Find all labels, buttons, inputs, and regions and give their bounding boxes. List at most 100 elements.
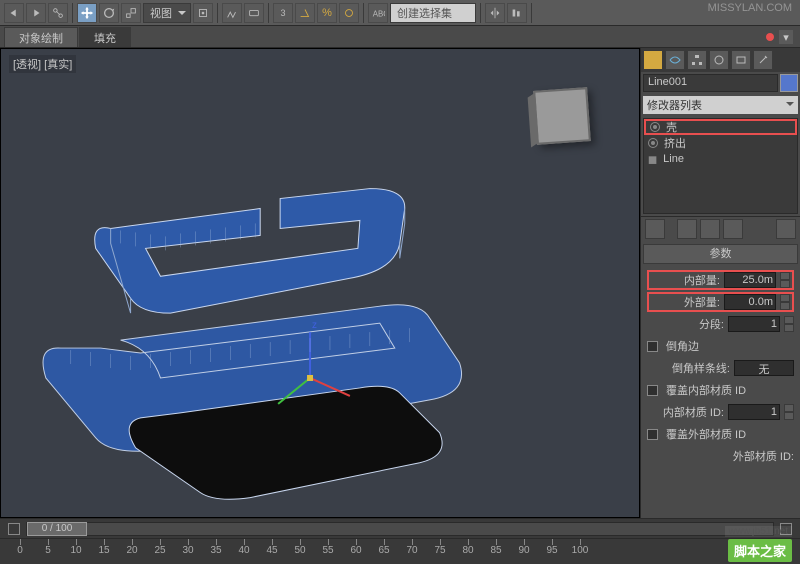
modifier-stack-tools (641, 216, 800, 240)
mirror-button[interactable] (485, 3, 505, 23)
segments-spinner[interactable]: 1 (728, 316, 780, 332)
parameters-group: 内部量: 25.0m 外部量: 0.0m 分段: 1 倒角边 倒角样条线: 无 (641, 266, 800, 472)
ruler-label: 5 (45, 545, 51, 556)
display-tab[interactable] (731, 50, 751, 70)
expand-icon[interactable]: ◼ (648, 153, 657, 166)
snap-spinner-button[interactable] (339, 3, 359, 23)
visibility-icon[interactable] (648, 138, 658, 148)
inner-mat-id-row: 内部材质 ID: 1 (647, 402, 794, 422)
inner-amount-label: 内部量: (651, 272, 720, 288)
command-panel: Line001 修改器列表 壳 挤出 ◼ Line (640, 48, 800, 518)
modifier-shell[interactable]: 壳 (644, 119, 797, 135)
spin-down[interactable] (780, 302, 790, 310)
modify-tab[interactable] (665, 50, 685, 70)
ruler-label: 20 (126, 545, 137, 556)
select-rotate-button[interactable] (99, 3, 119, 23)
configure-sets-button[interactable] (776, 219, 796, 239)
keyboard-shortcut-button[interactable] (244, 3, 264, 23)
tab-populate[interactable]: 填充 (79, 27, 131, 47)
viewcube[interactable] (533, 87, 591, 145)
named-selset-input[interactable]: 创建选择集 (390, 3, 476, 23)
outer-mat-label: 外部材质 ID: (647, 448, 794, 464)
viewport-column: [透视] [真实] (0, 48, 640, 518)
redo-button[interactable] (26, 3, 46, 23)
ruler-label: 15 (98, 545, 109, 556)
show-end-result-button[interactable] (677, 219, 697, 239)
ribbon-tabs: 对象绘制 填充 ▾ (0, 26, 800, 48)
object-name-field[interactable]: Line001 (643, 74, 778, 92)
watermark-top: MISSYLAN.COM (708, 2, 792, 14)
modifier-line[interactable]: ◼ Line (644, 151, 797, 167)
main-toolbar: 视图 3 % ABC 创建选择集 MISSYLAN.COM (0, 0, 800, 26)
spin-up[interactable] (784, 316, 794, 324)
watermark-brand: 脚本之家 (728, 539, 792, 562)
snap-percent-button[interactable]: % (317, 3, 337, 23)
object-color-swatch[interactable] (780, 74, 798, 92)
segments-row: 分段: 1 (647, 314, 794, 334)
hierarchy-tab[interactable] (687, 50, 707, 70)
timeline-left-button[interactable] (8, 523, 20, 535)
outer-amount-label: 外部量: (651, 294, 720, 310)
ruler-label: 25 (154, 545, 165, 556)
inner-amount-spinner[interactable]: 25.0m (724, 272, 776, 288)
make-unique-button[interactable] (700, 219, 720, 239)
utilities-tab[interactable] (753, 50, 773, 70)
tab-object-paint[interactable]: 对象绘制 (4, 27, 78, 47)
link-button[interactable] (48, 3, 68, 23)
spin-down[interactable] (784, 412, 794, 420)
outer-mat-id-row: 外部材质 ID: (647, 446, 794, 466)
ruler-label: 40 (238, 545, 249, 556)
modifier-extrude[interactable]: 挤出 (644, 135, 797, 151)
inner-amount-row: 内部量: 25.0m (647, 270, 794, 290)
ribbon-toggle-button[interactable]: ▾ (778, 29, 794, 45)
spin-up[interactable] (784, 404, 794, 412)
outer-amount-spinner[interactable]: 0.0m (724, 294, 776, 310)
spin-up[interactable] (780, 294, 790, 302)
ruler-label: 30 (182, 545, 193, 556)
bevel-spline-row: 倒角样条线: 无 (647, 358, 794, 378)
undo-button[interactable] (4, 3, 24, 23)
bevel-spline-picker[interactable]: 无 (734, 360, 794, 376)
override-outer-checkbox[interactable] (647, 429, 658, 440)
override-outer-row: 覆盖外部材质 ID (647, 424, 794, 444)
modifier-list-dropdown[interactable]: 修改器列表 (643, 96, 798, 114)
inner-mat-spinner[interactable]: 1 (728, 404, 780, 420)
ruler-label: 75 (434, 545, 445, 556)
ruler-label: 70 (406, 545, 417, 556)
visibility-icon[interactable] (650, 122, 660, 132)
override-inner-checkbox[interactable] (647, 385, 658, 396)
snap-angle-button[interactable] (295, 3, 315, 23)
modifier-stack[interactable]: 壳 挤出 ◼ Line (643, 118, 798, 214)
ruler-label: 80 (462, 545, 473, 556)
spin-down[interactable] (780, 280, 790, 288)
select-manipulate-button[interactable] (222, 3, 242, 23)
inner-mat-label: 内部材质 ID: (647, 404, 724, 420)
ref-coord-label: 视图 (150, 5, 172, 21)
pin-stack-button[interactable] (645, 219, 665, 239)
frame-ruler[interactable]: 0510152025303540455055606570758085909510… (0, 538, 800, 560)
spin-down[interactable] (784, 324, 794, 332)
snap-3d-button[interactable]: 3 (273, 3, 293, 23)
perspective-viewport[interactable]: [透视] [真实] (0, 48, 640, 518)
main-area: [透视] [真实] (0, 48, 800, 518)
motion-tab[interactable] (709, 50, 729, 70)
outer-amount-row: 外部量: 0.0m (647, 292, 794, 312)
named-selset-button[interactable]: ABC (368, 3, 388, 23)
time-slider-handle[interactable]: 0 / 100 (27, 522, 87, 536)
pivot-button[interactable] (193, 3, 213, 23)
time-slider[interactable]: 0 / 100 (26, 522, 774, 536)
parameters-rollout-header[interactable]: 参数 (643, 244, 798, 264)
ref-coord-dropdown[interactable]: 视图 (143, 3, 191, 23)
select-scale-button[interactable] (121, 3, 141, 23)
select-move-button[interactable] (77, 3, 97, 23)
align-button[interactable] (507, 3, 527, 23)
remove-modifier-button[interactable] (723, 219, 743, 239)
viewport-label[interactable]: [透视] [真实] (9, 55, 76, 73)
ruler-label: 95 (546, 545, 557, 556)
ruler-label: 65 (378, 545, 389, 556)
spin-up[interactable] (780, 272, 790, 280)
bevel-edges-checkbox[interactable] (647, 341, 658, 352)
segments-label: 分段: (647, 316, 724, 332)
create-tab[interactable] (643, 50, 663, 70)
ruler-label: 50 (294, 545, 305, 556)
